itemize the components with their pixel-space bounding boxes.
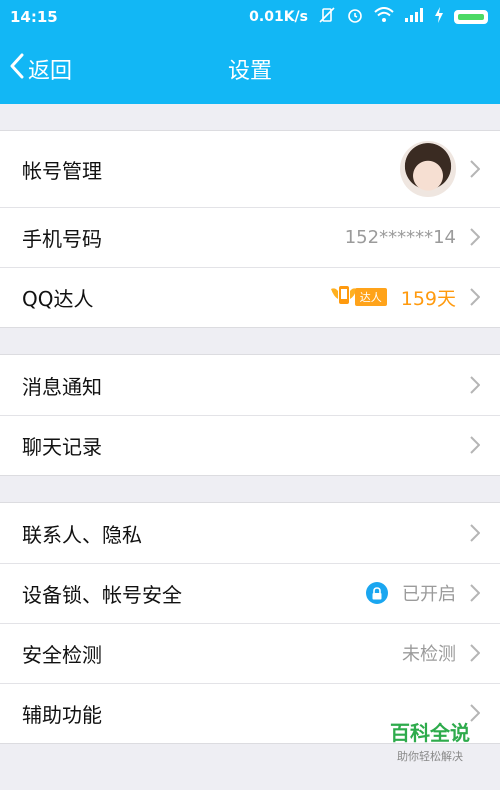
row-label: 安全检测 [22,642,102,667]
nav-bar: 返回 设置 [0,34,500,104]
phone-value: 152******14 [344,226,456,248]
chevron-right-icon [470,288,480,306]
charging-icon [434,7,444,27]
page-title: 设置 [227,59,272,84]
row-qq-daren[interactable]: QQ达人 达人 159天 [0,267,500,327]
row-account-management[interactable]: 帐号管理 [0,131,500,207]
status-time: 14:15 [10,8,58,26]
row-message-notification[interactable]: 消息通知 [0,355,500,415]
row-label: 联系人、隐私 [22,522,142,547]
row-phone-number[interactable]: 手机号码 152******14 [0,207,500,267]
chevron-right-icon [470,644,480,662]
back-label: 返回 [28,59,73,84]
chevron-right-icon [470,524,480,542]
chevron-left-icon [10,53,24,85]
privacy-group: 联系人、隐私 设备锁、帐号安全 已开启 安全检测 未检测 辅助功能 [0,502,500,744]
message-group: 消息通知 聊天记录 [0,354,500,476]
row-label: 辅助功能 [22,702,102,727]
daren-badge: 达人 [329,283,387,311]
row-label: 帐号管理 [22,158,102,183]
watermark: 百科全说 助你轻松解决 [390,717,470,764]
battery-icon [454,10,488,24]
account-group: 帐号管理 手机号码 152******14 QQ达人 达人 159天 [0,130,500,328]
row-contacts-privacy[interactable]: 联系人、隐私 [0,503,500,563]
lock-icon [366,582,388,604]
wifi-icon [374,7,394,27]
chevron-right-icon [470,436,480,454]
alarm-icon [346,6,364,28]
chevron-right-icon [470,228,480,246]
security-check-status: 未检测 [402,644,456,665]
row-chat-history[interactable]: 聊天记录 [0,415,500,475]
row-device-lock[interactable]: 设备锁、帐号安全 已开启 [0,563,500,623]
chevron-right-icon [470,160,480,178]
row-label: QQ达人 [22,286,94,311]
watermark-title: 百科全说 [390,721,470,745]
daren-days: 159天 [400,287,456,310]
row-label: 聊天记录 [22,434,102,459]
row-security-check[interactable]: 安全检测 未检测 [0,623,500,683]
chevron-right-icon [470,584,480,602]
watermark-subtitle: 助你轻松解决 [397,750,463,763]
chevron-right-icon [470,704,480,722]
avatar [400,141,456,197]
device-lock-status: 已开启 [402,584,456,605]
status-icons: 0.01K/s [249,6,488,28]
back-button[interactable]: 返回 [10,34,72,104]
signal-icon [404,7,424,27]
network-speed: 0.01K/s [249,9,308,25]
chevron-right-icon [470,376,480,394]
row-label: 手机号码 [22,226,102,251]
badge-text: 达人 [354,288,387,306]
vibrate-off-icon [318,7,336,27]
status-bar: 14:15 0.01K/s [0,0,500,34]
row-label: 设备锁、帐号安全 [22,582,182,607]
row-label: 消息通知 [22,374,102,399]
